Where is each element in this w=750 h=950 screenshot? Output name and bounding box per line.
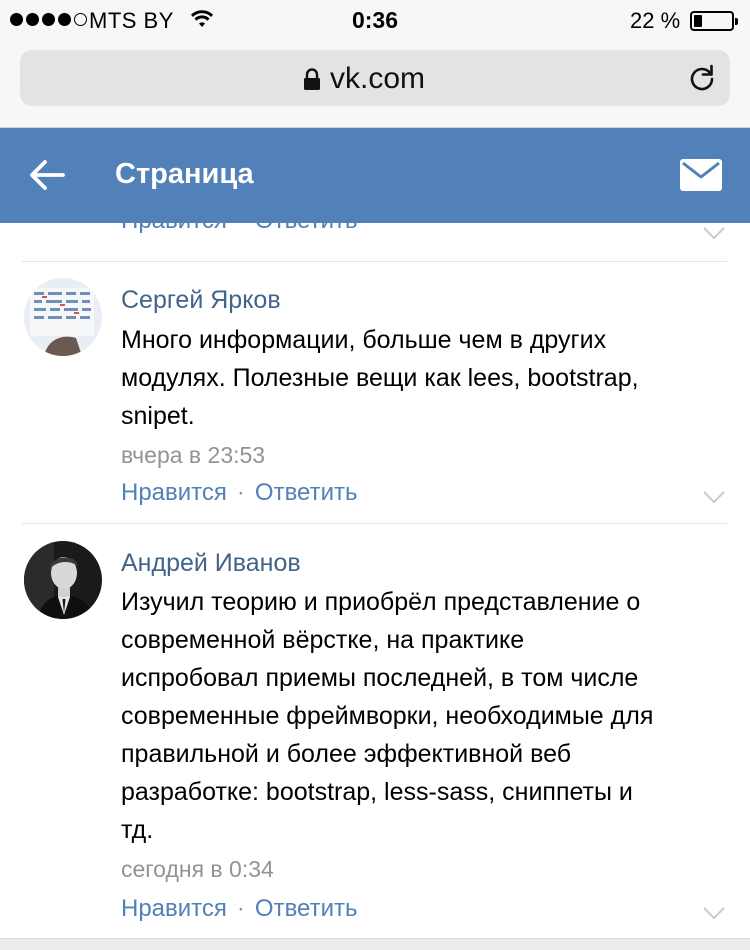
like-link[interactable]: Нравится	[121, 479, 227, 506]
comments-feed: Нравится · Ответить Сергей Ярков Много инф…	[0, 223, 750, 950]
like-link[interactable]: Нравится	[121, 223, 227, 234]
reload-icon[interactable]	[688, 64, 716, 92]
action-separator: ·	[237, 223, 245, 234]
comment-text: Много информации, больше чем в других мо…	[121, 321, 721, 435]
address-bar[interactable]: vk.com	[20, 50, 730, 106]
comment-text-line: тд.	[121, 816, 154, 844]
reply-link[interactable]: Ответить	[255, 479, 358, 506]
mail-icon[interactable]	[680, 159, 722, 191]
previous-comment-actions: Нравится · Ответить	[121, 223, 358, 235]
chevron-down-icon[interactable]	[703, 907, 725, 920]
comment-text-line: модулях. Полезные вещи как lees, bootstr…	[121, 364, 639, 392]
action-separator: ·	[236, 479, 245, 506]
comment-date[interactable]: сегодня в 0:34	[121, 856, 274, 883]
comment-author[interactable]: Андрей Иванов	[121, 549, 301, 578]
back-arrow-icon[interactable]	[28, 158, 66, 192]
comment-text-line: правильной и более эффективной веб	[121, 740, 572, 768]
battery-percentage: 22 %	[630, 8, 681, 33]
feed-bottom-separator	[0, 938, 750, 950]
comment-divider	[22, 261, 727, 262]
reply-link[interactable]: Ответить	[255, 223, 358, 234]
comment-text-line: современной вёрстке, на практике	[121, 626, 525, 654]
comment-divider	[22, 523, 727, 524]
comment-author[interactable]: Сергей Ярков	[121, 286, 281, 315]
comment-text-line: Изучил теорию и приобрёл представление о	[121, 588, 641, 616]
comment-actions: Нравится · Ответить	[121, 895, 358, 923]
reply-link[interactable]: Ответить	[255, 895, 358, 922]
comment-text-line: разработке: bootstrap, less-sass, сниппе…	[121, 778, 633, 806]
like-link[interactable]: Нравится	[121, 895, 227, 922]
comment-text-line: испробовал приемы последней, в том числе	[121, 664, 639, 692]
avatar-image	[24, 541, 102, 619]
avatar[interactable]	[24, 278, 102, 356]
avatar[interactable]	[24, 541, 102, 619]
app-header: Страница	[0, 128, 750, 223]
url-text[interactable]: vk.com	[330, 62, 425, 96]
browser-toolbar: vk.com	[0, 42, 750, 128]
comment-text-line: Много информации, больше чем в других	[121, 326, 607, 354]
comment-text: Изучил теорию и приобрёл представление о…	[121, 583, 721, 849]
comment-text-line: современные фреймворки, необходимые для	[121, 702, 654, 730]
avatar-image	[24, 278, 102, 356]
chevron-down-icon[interactable]	[703, 491, 725, 504]
comment-actions: Нравится · Ответить	[121, 479, 358, 507]
lock-icon	[304, 68, 320, 90]
status-bar: MTS BY 0:36 22 %	[0, 0, 750, 42]
comment-text-line: snipet.	[121, 402, 195, 430]
page-title: Страница	[115, 158, 254, 190]
comment-date[interactable]: вчера в 23:53	[121, 442, 265, 469]
action-separator: ·	[236, 895, 245, 922]
chevron-down-icon[interactable]	[703, 227, 725, 240]
battery-icon	[690, 11, 738, 31]
